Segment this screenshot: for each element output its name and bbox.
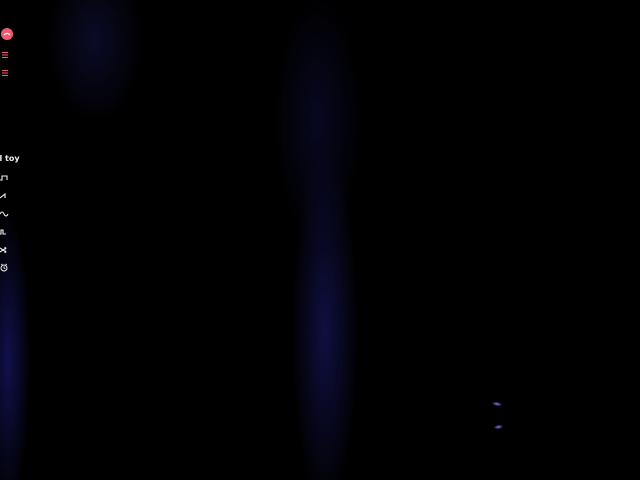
square-wave-button[interactable] bbox=[0, 171, 12, 185]
visualizer-stage: ol toy bbox=[0, 0, 640, 480]
pulse-wave-button[interactable] bbox=[0, 225, 12, 239]
brand-logo-icon bbox=[2, 29, 12, 39]
toy-title: ol toy bbox=[0, 154, 20, 163]
square-wave-icon bbox=[0, 174, 10, 182]
alarm-button[interactable] bbox=[0, 261, 12, 275]
alarm-clock-icon bbox=[0, 263, 10, 273]
hamburger-icon bbox=[1, 62, 9, 81]
sine-wave-icon bbox=[0, 210, 10, 218]
sawtooth-wave-icon bbox=[0, 192, 10, 200]
brand-button[interactable] bbox=[1, 28, 13, 40]
menu-button-secondary[interactable] bbox=[0, 66, 10, 76]
shuffle-icon bbox=[0, 246, 10, 254]
pulse-wave-icon bbox=[0, 228, 10, 236]
sawtooth-wave-button[interactable] bbox=[0, 189, 12, 203]
sine-wave-button[interactable] bbox=[0, 207, 12, 221]
particle-fleck bbox=[491, 401, 503, 407]
menu-button[interactable] bbox=[0, 48, 10, 58]
shuffle-button[interactable] bbox=[0, 243, 12, 257]
particle-fleck bbox=[493, 424, 504, 430]
hamburger-icon bbox=[1, 44, 9, 63]
